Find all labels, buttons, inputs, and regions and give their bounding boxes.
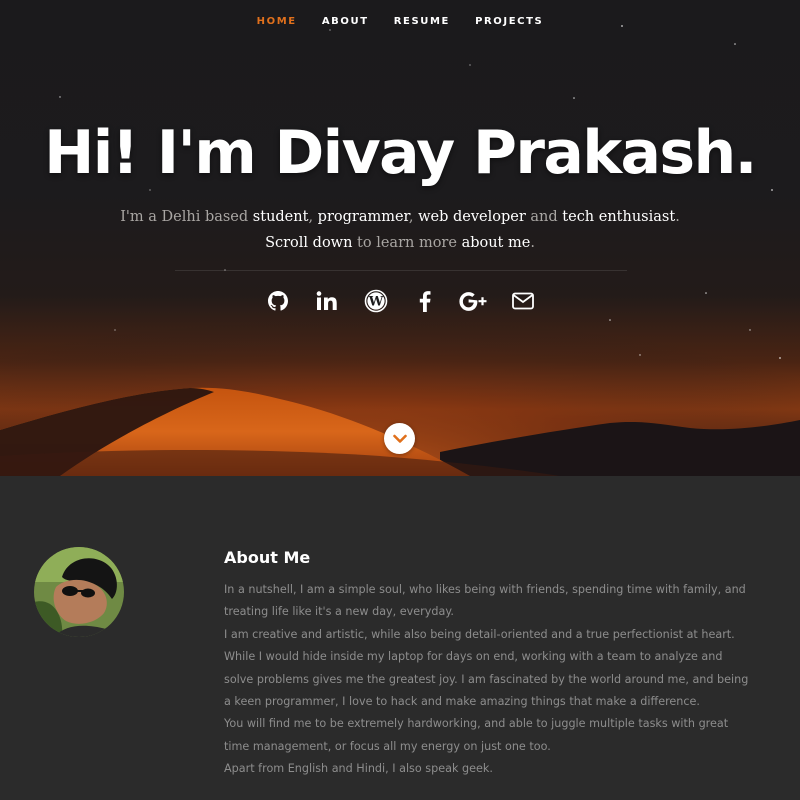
linkedin-icon[interactable] (302, 286, 351, 316)
tagline-separator: , (308, 209, 318, 225)
about-paragraph: In a nutshell, I am a simple soul, who l… (224, 583, 746, 619)
email-icon[interactable] (498, 286, 547, 316)
student-link[interactable]: student (253, 209, 309, 225)
about-paragraph: I am creative and artistic, while also b… (224, 627, 749, 709)
hero-section: HOME ABOUT RESUME PROJECTS Hi! I'm Divay… (0, 0, 800, 476)
tagline-text: to learn more (352, 235, 462, 251)
nav-resume-link[interactable]: RESUME (394, 16, 450, 27)
tagline-period: . (530, 235, 535, 251)
social-links: W (0, 286, 800, 316)
nav-home-link[interactable]: HOME (257, 16, 297, 27)
github-icon[interactable] (253, 286, 302, 316)
scroll-down-link[interactable]: Scroll down (265, 235, 352, 251)
wordpress-icon[interactable]: W (351, 286, 400, 316)
tech-enthusiast-link[interactable]: tech enthusiast (562, 209, 675, 225)
hero-tagline-line-1: I'm a Delhi based student, programmer, w… (0, 209, 800, 225)
about-title: About Me (224, 548, 311, 567)
tagline-text: I'm a Delhi based (120, 209, 253, 225)
nav-projects-link[interactable]: PROJECTS (475, 16, 543, 27)
hero-title: Hi! I'm Divay Prakash. (44, 118, 757, 188)
hero-tagline-line-2: Scroll down to learn more about me. (0, 235, 800, 251)
main-nav: HOME ABOUT RESUME PROJECTS (0, 9, 800, 28)
web-developer-link[interactable]: web developer (418, 209, 526, 225)
about-section: About Me In a nutshell, I am a simple so… (0, 476, 800, 800)
about-paragraph: Apart from English and Hindi, I also spe… (224, 762, 493, 776)
tagline-separator: , (408, 209, 419, 225)
hero-divider (175, 270, 627, 271)
profile-avatar (34, 547, 124, 637)
chevron-down-icon (392, 434, 407, 443)
tagline-separator: and (525, 209, 563, 225)
facebook-icon[interactable] (400, 286, 449, 316)
about-me-link[interactable]: about me (462, 235, 531, 251)
nav-about-link[interactable]: ABOUT (322, 16, 369, 27)
about-body: In a nutshell, I am a simple soul, who l… (224, 579, 754, 781)
google-plus-icon[interactable] (449, 286, 498, 316)
about-paragraph: You will find me to be extremely hardwor… (224, 717, 729, 753)
programmer-link[interactable]: programmer (318, 209, 409, 225)
scroll-down-button[interactable] (384, 423, 415, 454)
tagline-period: . (675, 209, 680, 225)
svg-text:W: W (367, 295, 383, 310)
